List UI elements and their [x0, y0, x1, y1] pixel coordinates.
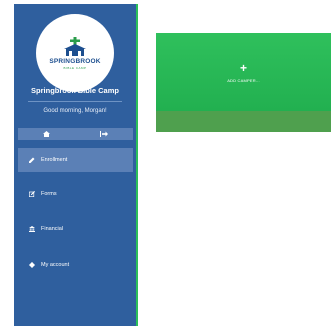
- add-camper-card[interactable]: + ADD CAMPER...: [156, 33, 331, 132]
- cross-building-icon: [64, 36, 86, 56]
- nav-item-label: Enrollment: [41, 157, 68, 163]
- nav-item-enrollment[interactable]: Enrollment: [18, 148, 133, 172]
- add-camper-button[interactable]: + ADD CAMPER...: [156, 33, 331, 111]
- pencil-icon: [27, 157, 37, 163]
- logo-subtitle: BIBLE CAMP: [63, 65, 87, 70]
- home-button[interactable]: [37, 128, 57, 140]
- nav-item-label: My account: [41, 262, 70, 268]
- nav-item-my-account[interactable]: My account: [18, 253, 133, 277]
- add-camper-label: ADD CAMPER...: [227, 77, 260, 83]
- camp-logo[interactable]: SPRINGBROOK BIBLE CAMP: [36, 14, 114, 92]
- home-icon: [43, 131, 51, 137]
- edit-icon: [27, 191, 37, 197]
- sidebar: SPRINGBROOK BIBLE CAMP Springbrook Bible…: [14, 4, 138, 326]
- nav-item-financial[interactable]: Financial: [18, 217, 133, 241]
- title-divider: [28, 101, 122, 102]
- gear-icon: [27, 262, 37, 268]
- nav-item-label: Financial: [41, 226, 64, 232]
- bank-icon: [27, 226, 37, 232]
- nav-item-forms[interactable]: Forms: [18, 182, 133, 206]
- plus-icon: +: [239, 60, 247, 75]
- sign-out-button[interactable]: [94, 128, 114, 140]
- sign-out-icon: [100, 131, 109, 137]
- card-footer: [156, 111, 331, 132]
- camp-title: Springbrook Bible Camp: [31, 86, 119, 95]
- logo-wordmark: SPRINGBROOK: [49, 57, 101, 65]
- sidebar-icon-bar: [18, 128, 133, 140]
- greeting-text: Good morning, Morgan!: [43, 108, 107, 114]
- nav-item-label: Forms: [41, 191, 57, 197]
